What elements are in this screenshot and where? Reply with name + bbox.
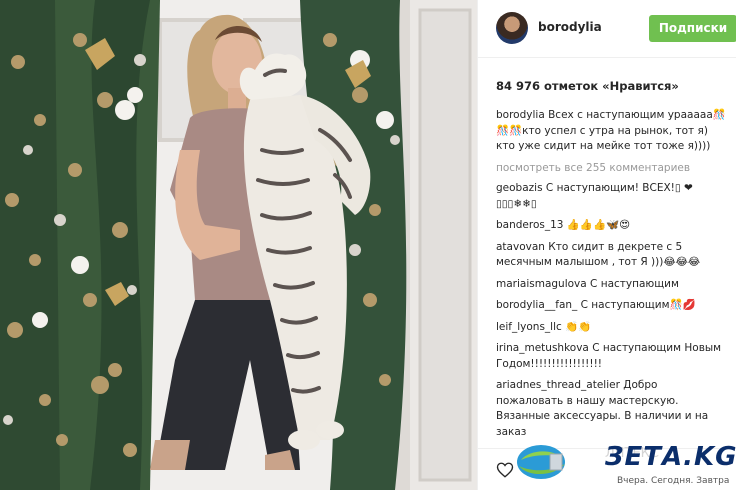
comment-author[interactable]: borodylia__fan_	[496, 299, 577, 311]
avatar[interactable]	[496, 12, 528, 44]
view-all-comments-link[interactable]: посмотреть все 255 комментариев	[496, 161, 728, 177]
comment-text: С наступающим🎊💋	[580, 299, 696, 311]
comment-text: 👏👏	[565, 320, 592, 333]
comment-caption: borodylia Всех с наступающим урааааа🎊🎊🎊к…	[496, 108, 728, 155]
comment-item: irina_metushkova С наступающим Новым Год…	[496, 341, 728, 372]
globe-icon	[517, 445, 565, 479]
site-watermark: ЛИТЕКС ЗЕТА.KG Вчера. Сегодня. Завтра	[515, 436, 736, 490]
comment-text: 👍👍👍🦋😍	[566, 219, 631, 231]
post-photo[interactable]	[0, 0, 477, 490]
comment-item: ariadnes_thread_atelier Добро пожаловать…	[496, 378, 728, 438]
comment-author[interactable]: atavovan	[496, 241, 545, 253]
comment-item: leif_lyons_llc 👏👏	[496, 320, 728, 336]
comment-author[interactable]: borodylia	[496, 109, 545, 121]
comment-author[interactable]: ariadnes_thread_atelier	[496, 379, 620, 391]
comment-item: borodylia__fan_ С наступающим🎊💋	[496, 298, 728, 314]
comment-author[interactable]: mariaismagulova	[496, 278, 587, 290]
comment-item: atavovan Кто сидит в декрете с 5 месячны…	[496, 240, 728, 271]
comment-author[interactable]: irina_metushkova	[496, 342, 589, 354]
post-sidebar: borodylia Подписки 84 976 отметок «Нрави…	[477, 0, 736, 490]
post-username[interactable]: borodylia	[538, 20, 602, 34]
comment-item: mariaismagulova С наступающим	[496, 277, 728, 293]
comment-item: geobazis С наступающим! ВСЕХ!▯ ❤▯▯▯❄❄▯	[496, 181, 728, 212]
comment-item: banderos_13 👍👍👍🦋😍	[496, 218, 728, 234]
watermark-tagline: Вчера. Сегодня. Завтра	[617, 476, 730, 486]
watermark-brand: ЗЕТА.KG	[605, 442, 736, 472]
comments-list: borodylia Всех с наступающим урааааа🎊🎊🎊к…	[496, 108, 728, 438]
follow-button[interactable]: Подписки	[649, 15, 736, 42]
comment-author[interactable]: geobazis	[496, 182, 543, 194]
heart-icon[interactable]	[496, 461, 514, 479]
photo-illustration	[0, 0, 477, 490]
comment-text: С наступающим	[590, 277, 679, 290]
comment-author[interactable]: leif_lyons_llc	[496, 321, 562, 333]
post-header: borodylia Подписки	[478, 0, 736, 58]
comment-author[interactable]: banderos_13	[496, 219, 563, 231]
likes-count[interactable]: 84 976 отметок «Нравится»	[496, 79, 679, 93]
